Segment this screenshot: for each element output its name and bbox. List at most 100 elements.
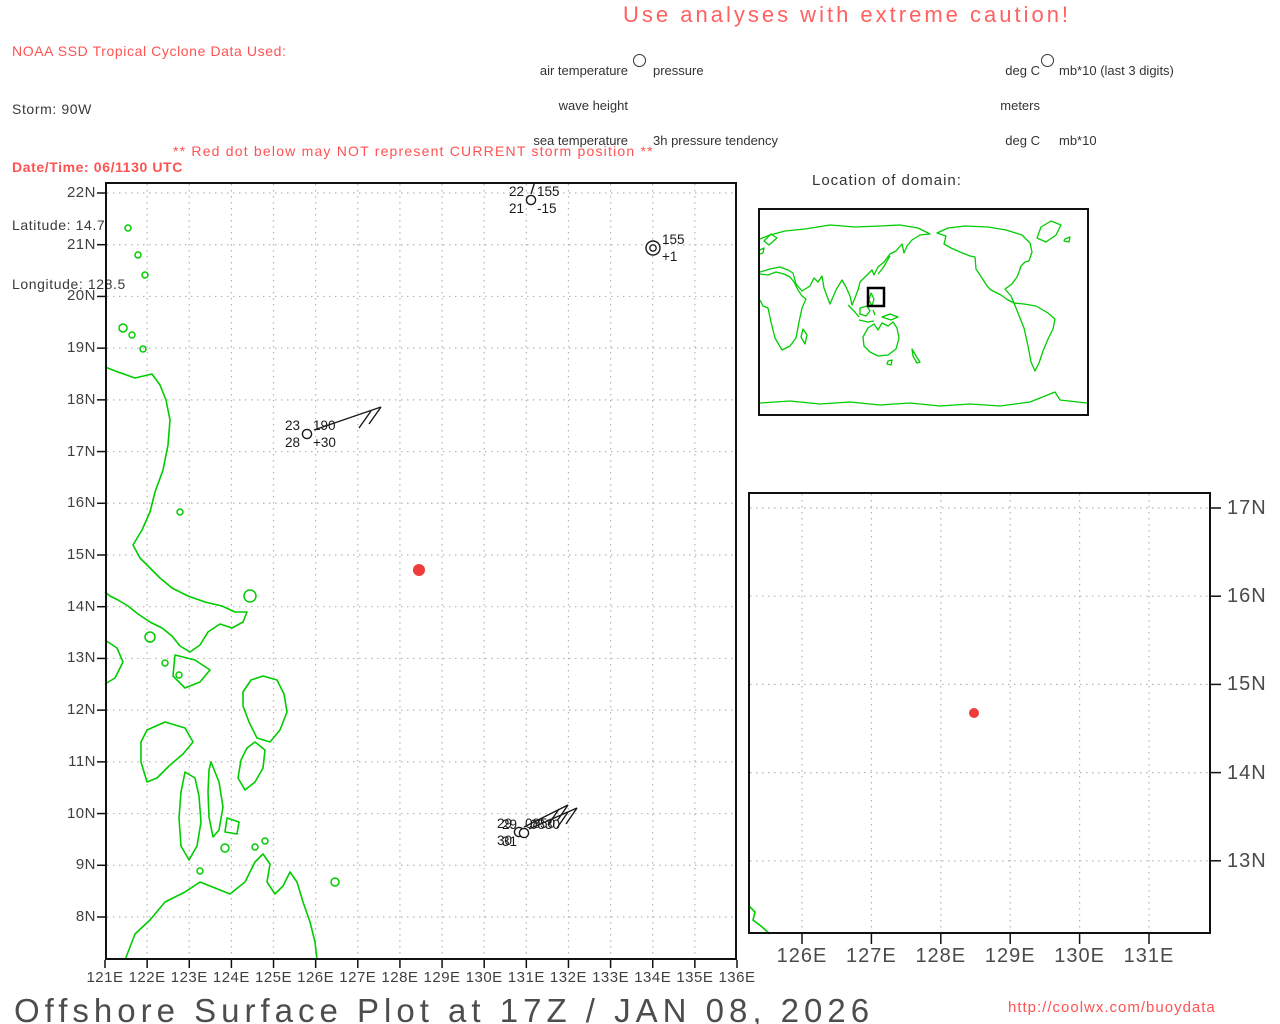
lon-label: 124E [212, 969, 250, 986]
station-plot-buoy-2: 155+1 [645, 232, 685, 264]
lat-label: 15N [66, 545, 96, 563]
storm-position-dot [969, 708, 979, 718]
lon-label: 126E [776, 945, 828, 967]
world-coastline [881, 313, 899, 321]
coastline [237, 741, 266, 791]
coastline [124, 853, 318, 961]
lat-label: 12N [66, 701, 96, 719]
lon-label: 122E [128, 969, 166, 986]
lon-label: 133E [592, 969, 630, 986]
legend-meters: meters [1000, 97, 1040, 113]
world-coastline [858, 319, 875, 323]
world-coastline [862, 321, 900, 357]
island [220, 843, 230, 853]
station-pressure: 0830 [530, 817, 560, 832]
station-circle-icon [633, 54, 646, 67]
station-pressure-tendency: +30 [313, 435, 336, 450]
station-sea-temp: 21 [509, 201, 524, 216]
lon-label: 129E [984, 945, 1036, 967]
lon-label: 136E [718, 969, 756, 986]
lon-label: 121E [86, 969, 124, 986]
island [128, 331, 136, 339]
world-coastline [760, 271, 807, 351]
legend-station-right: pressure 3h pressure tendency [653, 41, 778, 171]
legend-degc-sea: deg C [1005, 133, 1040, 149]
storm-info-datetime: Date/Time: 06/1130 UTC [12, 159, 183, 176]
lon-label: 127E [339, 969, 377, 986]
island [196, 867, 204, 875]
legend-pressure-tendency: 3h pressure tendency [653, 133, 779, 149]
storm-position-dot [413, 564, 425, 576]
station-circle [301, 428, 313, 440]
storm-zoom-map [748, 492, 1221, 944]
lat-label: 16N [66, 494, 96, 512]
station-air-temp: 22 [509, 184, 524, 199]
lon-label: 130E [1054, 945, 1105, 967]
world-coastline [911, 348, 921, 364]
lon-label: 128E [381, 969, 419, 986]
world-coastline [847, 304, 860, 318]
station-circle [645, 240, 661, 256]
island [261, 837, 269, 845]
station-air-temp: 23 [285, 418, 300, 433]
legend-mb10: mb*10 [1059, 133, 1097, 149]
island [144, 631, 156, 643]
legend-units-left: deg C meters deg C [960, 41, 1040, 171]
world-coastline [859, 305, 871, 317]
lon-label: 128E [915, 945, 967, 967]
legend-mb10-last3: mb*10 (last 3 digits) [1059, 62, 1174, 78]
lon-label: 123E [170, 969, 208, 986]
station-plot-buoy-1: 22 21 155 -15 [509, 182, 560, 216]
world-coastline [872, 309, 876, 316]
station-circle-icon-units [1041, 54, 1054, 67]
station-pressure: 155 [537, 184, 560, 199]
lon-label: 135E [676, 969, 714, 986]
main-surface-map: 2221155-15155+12328190+30293008502931083… [97, 182, 738, 968]
station-pressure: 190 [313, 418, 336, 433]
zoom-map-frame [748, 492, 1211, 934]
coastline [104, 639, 124, 685]
island [139, 345, 147, 353]
lon-label: 132E [549, 969, 587, 986]
station-sea-temp: 28 [285, 435, 300, 450]
station-circle [518, 827, 530, 839]
lat-label: 20N [66, 287, 96, 305]
lat-label: 11N [68, 752, 96, 770]
lat-label: 8N [75, 907, 96, 925]
world-coastline [886, 359, 893, 366]
island [118, 323, 128, 333]
lat-label: 17N [1227, 497, 1267, 519]
lon-label: 130E [465, 969, 503, 986]
legend-wave-height: wave height [558, 97, 628, 113]
lon-label: 131E [1123, 945, 1175, 967]
world-coastline [760, 391, 1087, 407]
lat-label: 15N [1227, 673, 1267, 696]
world-coastline [1013, 302, 1056, 372]
lat-label: 18N [66, 390, 96, 408]
plot-title: Offshore Surface Plot at 17Z / JAN 08, 2… [14, 992, 875, 1024]
lat-label: 21N [66, 235, 96, 253]
coastline [178, 771, 202, 861]
lat-label: 22N [66, 184, 96, 201]
lat-label: 13N [1227, 849, 1267, 872]
legend-air-temperature: air temperature [539, 62, 628, 78]
lon-label: 131E [507, 969, 545, 986]
lat-label: 10N [66, 804, 96, 822]
coastline [242, 675, 288, 743]
lat-label: 19N [66, 339, 96, 357]
station-pressure-tendency: -15 [537, 201, 557, 216]
island [330, 877, 340, 887]
world-coastline [760, 247, 765, 255]
lat-label: 17N [66, 442, 96, 460]
island [176, 508, 184, 516]
buoy-surface-plot-page: NOAA SSD Tropical Cyclone Data Used: Sto… [0, 0, 1280, 1024]
coastline [207, 761, 224, 838]
station-pressure-tendency: +1 [662, 249, 677, 264]
legend-pressure: pressure [653, 62, 704, 78]
island [243, 589, 257, 603]
legend-units-right: mb*10 (last 3 digits) mb*10 [1059, 41, 1174, 171]
legend-degc-air: deg C [1005, 62, 1040, 78]
world-coastline [1063, 236, 1071, 243]
world-coastline [800, 328, 808, 345]
station-pressure: 155 [662, 232, 685, 247]
